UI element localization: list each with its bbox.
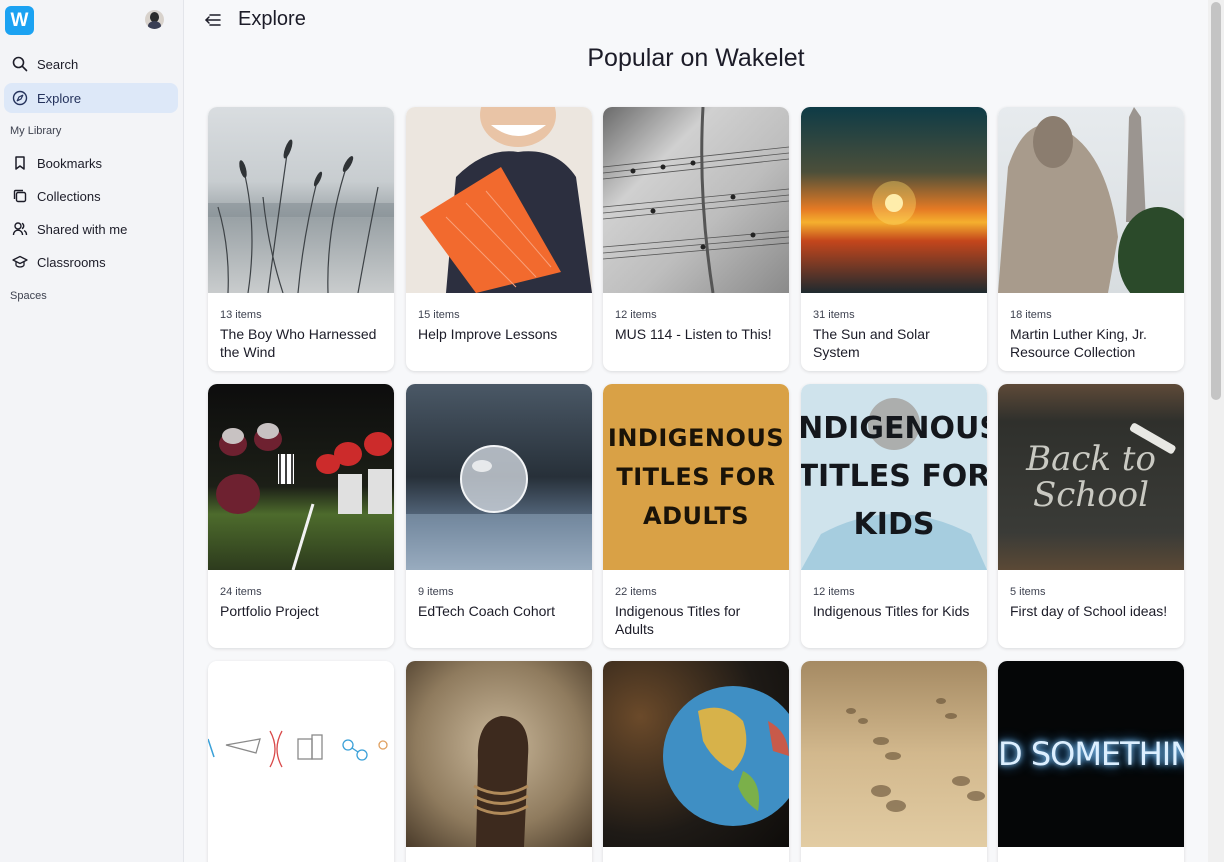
card-item-count: 5 items bbox=[1010, 586, 1046, 598]
sidebar-item-classrooms[interactable]: Classrooms bbox=[4, 247, 178, 277]
card-title: The Boy Who Harnessed the Wind bbox=[220, 326, 377, 360]
page-title: Explore bbox=[238, 8, 306, 30]
card-image-woman bbox=[406, 107, 592, 293]
card-title: MUS 114 - Listen to This! bbox=[615, 326, 772, 342]
card-image-grass bbox=[208, 107, 394, 293]
card-image-text: D SOMETHING GRE bbox=[998, 735, 1184, 773]
sidebar-item-collections[interactable]: Collections bbox=[4, 181, 178, 211]
card-title: The Sun and Solar System bbox=[813, 326, 930, 360]
card-image-text: Back to School bbox=[1026, 439, 1156, 515]
section-heading: Popular on Wakelet bbox=[587, 44, 805, 72]
collection-card[interactable]: 31 items The Sun and Solar System bbox=[801, 107, 987, 371]
card-image-footprints bbox=[801, 661, 987, 847]
card-image-neon: D SOMETHING GRE bbox=[998, 661, 1184, 847]
collection-card[interactable] bbox=[208, 661, 394, 862]
card-item-count: 24 items bbox=[220, 586, 262, 598]
sidebar-item-explore[interactable]: Explore bbox=[4, 83, 178, 113]
collections-icon bbox=[12, 188, 28, 204]
my-library-label: My Library bbox=[10, 125, 62, 137]
sidebar-item-label: Search bbox=[37, 56, 79, 72]
wakelet-logo[interactable]: W bbox=[5, 6, 34, 35]
card-item-count: 12 items bbox=[813, 586, 855, 598]
shared-users-icon bbox=[12, 221, 28, 237]
card-image-bubble bbox=[406, 384, 592, 570]
collection-card[interactable] bbox=[603, 661, 789, 862]
collection-card[interactable]: 18 items Martin Luther King, Jr. Resourc… bbox=[998, 107, 1184, 371]
sidebar-item-shared[interactable]: Shared with me bbox=[4, 214, 178, 244]
collection-card[interactable]: 13 items The Boy Who Harnessed the Wind bbox=[208, 107, 394, 371]
compass-icon bbox=[12, 90, 28, 106]
card-image-text: INDIGENOUS TITLES FOR KIDS bbox=[801, 411, 987, 542]
card-item-count: 31 items bbox=[813, 309, 855, 321]
card-title: First day of School ideas! bbox=[1010, 603, 1168, 619]
collection-card[interactable]: 24 items Portfolio Project bbox=[208, 384, 394, 648]
sidebar-item-label: Classrooms bbox=[37, 254, 106, 270]
card-item-count: 22 items bbox=[615, 586, 657, 598]
card-image-memorial bbox=[998, 107, 1184, 293]
card-item-count: 15 items bbox=[418, 309, 460, 321]
card-item-count: 9 items bbox=[418, 586, 454, 598]
card-item-count: 13 items bbox=[220, 309, 262, 321]
card-image-globe bbox=[603, 661, 789, 847]
card-image-science bbox=[208, 661, 394, 847]
bookmark-icon bbox=[12, 155, 28, 171]
card-title: Martin Luther King, Jr. Resource Collect… bbox=[1010, 326, 1147, 360]
sidebar-item-label: Collections bbox=[37, 188, 101, 204]
card-image-sheet-music bbox=[603, 107, 789, 293]
collection-card[interactable]: 9 items EdTech Coach Cohort bbox=[406, 384, 592, 648]
card-image-football bbox=[208, 384, 394, 570]
card-item-count: 18 items bbox=[1010, 309, 1052, 321]
card-image-text: INDIGENOUS TITLES FOR ADULTS bbox=[607, 423, 785, 530]
card-item-count: 12 items bbox=[615, 309, 657, 321]
scrollbar-thumb[interactable] bbox=[1211, 2, 1221, 400]
card-title: Portfolio Project bbox=[220, 603, 319, 619]
card-image-indigenous-kids: INDIGENOUS TITLES FOR KIDS bbox=[801, 384, 987, 570]
sidebar-item-search[interactable]: Search bbox=[4, 49, 178, 79]
collection-card[interactable]: INDIGENOUS TITLES FOR KIDS 12 items Indi… bbox=[801, 384, 987, 648]
card-title: Indigenous Titles for Adults bbox=[615, 603, 741, 637]
collection-card[interactable]: 12 items MUS 114 - Listen to This! bbox=[603, 107, 789, 371]
card-image-indigenous-adults: INDIGENOUS TITLES FOR ADULTS bbox=[603, 384, 789, 570]
collection-card[interactable]: INDIGENOUS TITLES FOR ADULTS 22 items In… bbox=[603, 384, 789, 648]
graduation-cap-icon bbox=[12, 254, 28, 270]
search-icon bbox=[12, 56, 28, 72]
sidebar-item-label: Explore bbox=[37, 90, 82, 106]
collapse-sidebar-icon[interactable] bbox=[204, 12, 222, 28]
sidebar: W Search Explore My Library Bookmarks Co… bbox=[0, 0, 184, 862]
card-image-sunset bbox=[801, 107, 987, 293]
collection-card[interactable]: 15 items Help Improve Lessons bbox=[406, 107, 592, 371]
avatar[interactable] bbox=[145, 10, 164, 29]
page-scrollbar[interactable] bbox=[1208, 0, 1224, 862]
card-title: Indigenous Titles for Kids bbox=[813, 603, 970, 619]
card-image-chalkboard: Back to School bbox=[998, 384, 1184, 570]
card-image-fist bbox=[406, 661, 592, 847]
spaces-label: Spaces bbox=[10, 290, 47, 302]
card-title: Help Improve Lessons bbox=[418, 326, 558, 342]
collection-card[interactable]: Back to School 5 items First day of Scho… bbox=[998, 384, 1184, 648]
collection-card[interactable] bbox=[406, 661, 592, 862]
sidebar-item-label: Shared with me bbox=[37, 221, 128, 237]
sidebar-item-bookmarks[interactable]: Bookmarks bbox=[4, 148, 178, 178]
sidebar-item-label: Bookmarks bbox=[37, 155, 103, 171]
collection-card[interactable] bbox=[801, 661, 987, 862]
card-title: EdTech Coach Cohort bbox=[418, 603, 555, 619]
collection-card[interactable]: D SOMETHING GRE bbox=[998, 661, 1184, 862]
